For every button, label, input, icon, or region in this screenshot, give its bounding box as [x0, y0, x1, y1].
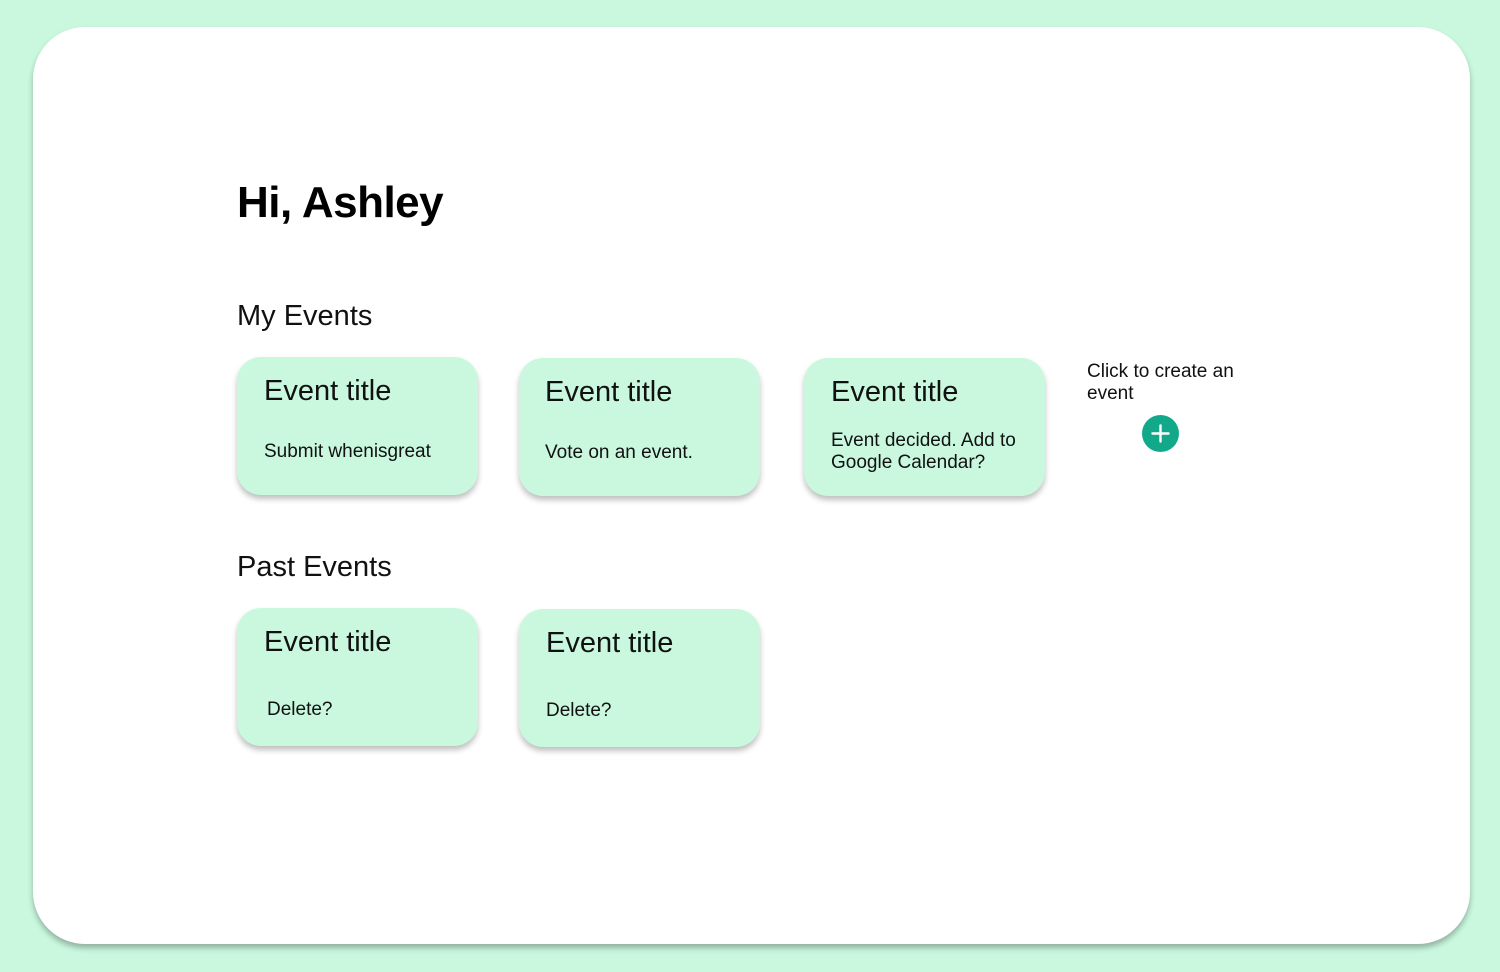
create-event-hint: Click to create an event — [1087, 361, 1234, 404]
event-title: Event title — [831, 376, 959, 408]
delete-event-link[interactable]: Delete? — [546, 700, 746, 722]
delete-event-link[interactable]: Delete? — [267, 699, 467, 721]
event-title: Event title — [264, 626, 392, 658]
event-status-link[interactable]: Event decided. Add to Google Calendar? — [831, 430, 1031, 474]
event-status-link[interactable]: Vote on an event. — [545, 442, 745, 464]
my-events-heading: My Events — [237, 300, 373, 332]
my-event-card-2[interactable]: Event title Vote on an event. — [519, 358, 760, 496]
plus-icon — [1151, 424, 1170, 443]
page-title: Hi, Ashley — [237, 178, 444, 227]
my-event-card-1[interactable]: Event title Submit whenisgreat — [237, 357, 478, 495]
past-events-heading: Past Events — [237, 551, 392, 583]
event-title: Event title — [546, 627, 674, 659]
create-event-button[interactable] — [1142, 415, 1179, 452]
past-event-card-1[interactable]: Event title Delete? — [237, 608, 478, 746]
my-event-card-3[interactable]: Event title Event decided. Add to Google… — [804, 358, 1045, 496]
event-status-link[interactable]: Submit whenisgreat — [264, 441, 464, 463]
event-title: Event title — [264, 375, 392, 407]
past-event-card-2[interactable]: Event title Delete? — [519, 609, 760, 747]
event-title: Event title — [545, 376, 673, 408]
